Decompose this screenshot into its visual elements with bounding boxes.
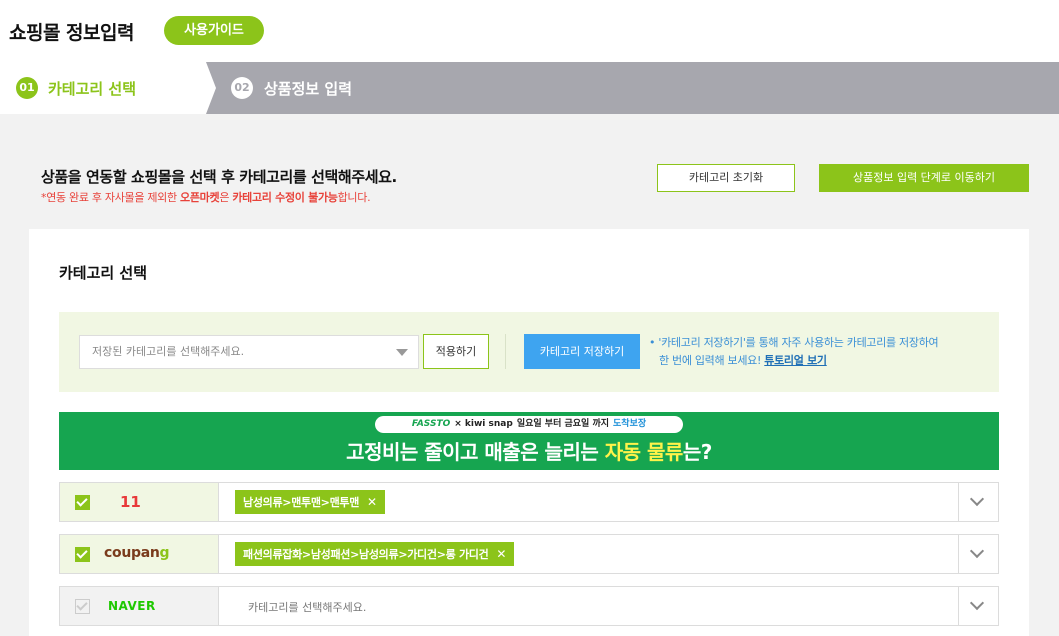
- chevron-down-icon: [969, 543, 985, 559]
- info-line-2: 한 번에 입력해 보세요! 튜토리얼 보기: [659, 354, 827, 367]
- divider: [505, 334, 506, 369]
- remove-icon[interactable]: ✕: [367, 495, 377, 509]
- expand-toggle[interactable]: [958, 483, 998, 521]
- instruction-title: 상품을 연동할 쇼핑몰을 선택 후 카테고리를 선택해주세요.: [41, 168, 397, 186]
- step-progress-bar: 01 카테고리 선택 02 상품정보 입력: [0, 62, 1059, 114]
- step-number-2: 02: [231, 77, 253, 99]
- chevron-down-icon: [969, 491, 985, 507]
- market-cell: 11: [60, 483, 219, 521]
- expand-toggle[interactable]: [958, 587, 998, 625]
- market-checkbox[interactable]: [75, 599, 90, 614]
- market-checkbox[interactable]: [75, 547, 90, 562]
- step-arrow: [206, 62, 216, 114]
- expand-toggle[interactable]: [958, 535, 998, 573]
- category-reset-button[interactable]: 카테고리 초기화: [657, 164, 795, 192]
- promo-banner[interactable]: FASSTO × kiwi snap 일요일 부터 금요일 까지 도착보장 고정비는 …: [59, 412, 999, 470]
- chevron-down-icon: [396, 349, 408, 356]
- market-cell: NAVER: [60, 587, 219, 625]
- apply-button[interactable]: 적용하기: [423, 334, 489, 369]
- banner-pill: FASSTO × kiwi snap 일요일 부터 금요일 까지 도착보장: [375, 416, 683, 433]
- step-category-select[interactable]: 01 카테고리 선택: [0, 62, 206, 114]
- card-title: 카테고리 선택: [59, 264, 148, 282]
- market-checkbox[interactable]: [75, 495, 90, 510]
- banner-headline: 고정비는 줄이고 매출은 늘리는 자동 물류는?: [346, 440, 712, 464]
- page-title: 쇼핑몰 정보입력: [9, 22, 134, 44]
- instruction-warning: *연동 완료 후 자사몰을 제외한 오픈마켓은 카테고리 수정이 불가능합니다.: [41, 191, 371, 204]
- fassto-logo: FASSTO: [411, 419, 451, 429]
- category-tag: 남성의류>맨투맨>맨투맨 ✕: [235, 490, 385, 514]
- chevron-down-icon: [969, 595, 985, 611]
- market-row-11st: 11 남성의류>맨투맨>맨투맨 ✕: [59, 482, 999, 522]
- naver-logo: NAVER: [108, 599, 156, 613]
- step-label-1: 카테고리 선택: [48, 80, 137, 98]
- go-to-product-info-button[interactable]: 상품정보 입력 단계로 이동하기: [819, 164, 1029, 192]
- category-placeholder[interactable]: 카테고리를 선택해주세요.: [248, 599, 366, 615]
- saved-category-panel: 저장된 카테고리를 선택해주세요. 적용하기 카테고리 저장하기 • '카테고리…: [59, 312, 999, 392]
- remove-icon[interactable]: ✕: [496, 547, 506, 561]
- save-category-info: • '카테고리 저장하기'를 통해 자주 사용하는 카테고리를 저장하여 한 번…: [649, 334, 939, 370]
- category-card: 카테고리 선택 저장된 카테고리를 선택해주세요. 적용하기 카테고리 저장하기…: [29, 229, 1029, 636]
- category-tag: 패션의류잡화>남성패션>남성의류>가디건>롱 가디건 ✕: [235, 542, 515, 566]
- kiwi-snap-logo: kiwi snap: [464, 419, 513, 429]
- page-header: 쇼핑몰 정보입력 사용가이드: [0, 0, 1059, 62]
- save-category-button[interactable]: 카테고리 저장하기: [524, 334, 640, 369]
- saved-category-placeholder: 저장된 카테고리를 선택해주세요.: [92, 345, 245, 358]
- user-guide-button[interactable]: 사용가이드: [164, 16, 264, 45]
- step-product-info[interactable]: 상품정보 입력: [264, 78, 352, 99]
- pill-x: ×: [454, 419, 462, 429]
- 11st-logo: 11: [120, 493, 141, 511]
- info-line-1: • '카테고리 저장하기'를 통해 자주 사용하는 카테고리를 저장하여: [649, 336, 939, 349]
- coupang-logo: coupang: [104, 545, 170, 561]
- pill-text: 일요일 부터 금요일 까지: [516, 419, 610, 429]
- market-row-naver: NAVER 카테고리를 선택해주세요.: [59, 586, 999, 626]
- delivery-badge: 도착보장: [613, 419, 647, 429]
- step-number-1: 01: [16, 77, 38, 99]
- tutorial-link[interactable]: 튜토리얼 보기: [764, 354, 827, 367]
- market-cell: coupang: [60, 535, 219, 573]
- saved-category-select[interactable]: 저장된 카테고리를 선택해주세요.: [79, 335, 419, 369]
- market-row-coupang: coupang 패션의류잡화>남성패션>남성의류>가디건>롱 가디건 ✕: [59, 534, 999, 574]
